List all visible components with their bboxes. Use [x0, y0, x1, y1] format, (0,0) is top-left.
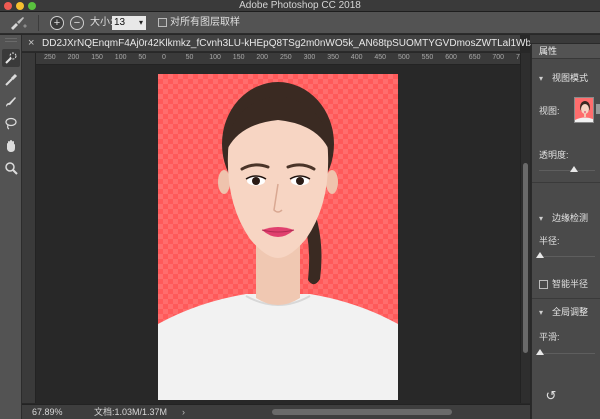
- ruler-tick-label: 100: [209, 54, 221, 61]
- smart-radius-label: 智能半径: [552, 279, 589, 289]
- document-tab[interactable]: × DD2JXrNQEnqmF4Aj0r42Klkmkz_fCvnh3LU-kH…: [22, 35, 585, 52]
- radius-label: 半径:: [539, 236, 560, 246]
- vertical-ruler[interactable]: [22, 53, 36, 403]
- document-info: 文档:1.03M/1.37M: [94, 407, 168, 417]
- ruler-tick-label: 600: [445, 54, 457, 61]
- smooth-slider-thumb[interactable]: [536, 349, 544, 355]
- ruler-tick-label: 150: [232, 54, 245, 61]
- chevron-down-icon: ▾: [539, 74, 544, 83]
- brush-icon[interactable]: [8, 15, 30, 31]
- options-bar: + − 大小: 13 ▾ 对所有图层取样: [0, 12, 600, 34]
- ruler-tick-label: 700: [492, 54, 505, 61]
- panel-divider: [532, 182, 600, 183]
- smooth-label: 平滑:: [539, 332, 560, 342]
- horizontal-ruler[interactable]: 250 200 150 100 50 0 50 100 150 200 250 300 350 400 45…: [36, 53, 520, 65]
- toolbox-grip[interactable]: [5, 38, 17, 42]
- view-dropdown-button[interactable]: [596, 104, 600, 114]
- ruler-tick-label: 50: [138, 54, 147, 61]
- view-mode-label: 视图模式: [552, 73, 589, 83]
- panel-divider: [532, 298, 600, 299]
- lasso-icon[interactable]: [2, 115, 20, 133]
- radius-slider-thumb[interactable]: [536, 252, 544, 258]
- sample-all-layers-label: 对所有图层取样: [170, 17, 240, 28]
- status-bar: 67.89% 文档:1.03M/1.37M ›: [22, 404, 530, 419]
- minus-circle-icon[interactable]: −: [70, 16, 84, 30]
- ruler-tick-label: 200: [256, 54, 269, 61]
- close-icon[interactable]: ×: [28, 37, 34, 50]
- ruler-tick-label: 550: [421, 54, 434, 61]
- size-label: 大小:: [90, 17, 113, 28]
- sample-all-layers-checkbox[interactable]: [158, 18, 167, 27]
- radius-slider[interactable]: [539, 256, 595, 257]
- opacity-label: 透明度:: [539, 150, 569, 160]
- document-title: DD2JXrNQEnqmF4Aj0r42Klkmkz_fCvnh3LU-kHEp…: [42, 38, 586, 49]
- status-menu-arrow[interactable]: ›: [182, 406, 185, 418]
- ruler-tick-label: 250: [44, 54, 56, 61]
- edge-detect-section[interactable]: ▾ 边缘检测: [532, 212, 600, 225]
- ruler-tick-label: 500: [398, 54, 410, 61]
- view-mode-section[interactable]: ▾ 视图模式: [532, 72, 600, 85]
- hand-icon[interactable]: [2, 137, 20, 155]
- refine-edge-brush-icon[interactable]: [2, 71, 20, 89]
- ruler-tick-label: 350: [327, 54, 339, 61]
- chevron-down-icon: ▾: [539, 308, 544, 317]
- toolbox: [0, 35, 22, 419]
- opacity-slider-thumb[interactable]: [570, 166, 578, 172]
- portrait-image[interactable]: [158, 74, 398, 400]
- ruler-tick-label: 50: [185, 54, 194, 61]
- tab-properties[interactable]: 属性: [532, 44, 600, 59]
- ruler-tick-label: 0: [162, 54, 166, 61]
- global-adjust-section[interactable]: ▾ 全局调整: [532, 306, 600, 319]
- vertical-scroll-thumb[interactable]: [523, 163, 528, 353]
- size-input[interactable]: 13: [112, 16, 136, 30]
- chevron-down-icon: ▾: [138, 18, 143, 27]
- panel-grip[interactable]: [530, 35, 600, 44]
- plus-circle-icon[interactable]: +: [50, 16, 64, 30]
- edge-detect-label: 边缘检测: [552, 213, 589, 223]
- properties-panel: 属性 ▾ 视图模式 视图: 透明度: ▾ 边缘检测 半径: 智能半径 ▾ 全局调…: [531, 44, 600, 419]
- brush-tool-icon[interactable]: [2, 93, 20, 111]
- reset-icon[interactable]: ↺: [544, 389, 558, 403]
- zoom-icon[interactable]: [2, 159, 20, 177]
- ruler-tick-label: 100: [114, 54, 127, 61]
- canvas-area[interactable]: [36, 66, 520, 404]
- view-thumbnail[interactable]: [574, 97, 594, 123]
- horizontal-scroll-thumb[interactable]: [272, 409, 452, 415]
- zoom-level[interactable]: 67.89%: [32, 406, 63, 418]
- vertical-scrollbar[interactable]: [520, 53, 530, 403]
- size-dropdown-button[interactable]: ▾: [136, 16, 146, 30]
- title-bar: Adobe Photoshop CC 2018: [0, 0, 600, 12]
- ruler-tick-label: 400: [350, 54, 363, 61]
- ruler-tick-label: 300: [303, 54, 316, 61]
- global-adjust-label: 全局调整: [552, 307, 589, 317]
- chevron-down-icon: ▾: [539, 214, 544, 223]
- app-title: Adobe Photoshop CC 2018: [239, 0, 361, 11]
- ruler-tick-label: 150: [91, 54, 103, 61]
- options-separator: [38, 15, 39, 31]
- view-label: 视图:: [539, 106, 560, 116]
- ruler-tick-label: 200: [67, 54, 80, 61]
- smart-radius-checkbox[interactable]: [539, 280, 548, 289]
- ruler-tick-label: 450: [374, 54, 387, 61]
- ruler-tick-label: 650: [468, 54, 481, 61]
- smooth-slider[interactable]: [539, 353, 595, 354]
- opacity-slider[interactable]: [539, 170, 595, 171]
- properties-tab-label: 属性: [539, 46, 558, 56]
- quick-selection-icon[interactable]: [2, 49, 20, 67]
- ruler-tick-label: 250: [280, 54, 292, 61]
